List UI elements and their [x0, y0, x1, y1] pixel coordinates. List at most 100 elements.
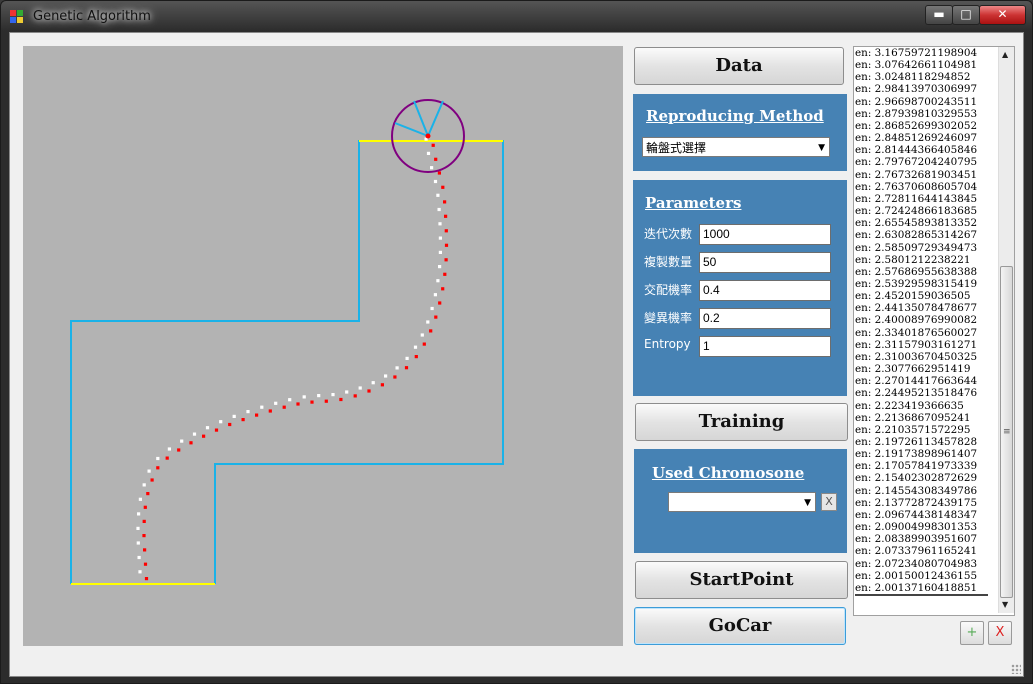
entropy-log-item[interactable]: en: 3.07642661104981 — [855, 59, 997, 71]
entropy-log-item[interactable]: en: 2.98413970306997 — [855, 83, 997, 95]
entropy-log-item[interactable]: en: 2.08389903951607 — [855, 533, 997, 545]
scroll-down-icon[interactable]: ▼ — [1002, 600, 1008, 609]
entropy-log-item[interactable]: en: 2.2103571572295 — [855, 424, 997, 436]
param-label-crossover: 交配機率 — [644, 283, 693, 297]
entropy-log-item[interactable]: en: 2.72424866183685 — [855, 205, 997, 217]
car-center — [425, 133, 431, 139]
entropy-log-item[interactable]: en: 3.16759721198904 — [855, 47, 997, 59]
path-dot — [444, 229, 448, 233]
path-dot — [433, 179, 438, 184]
path-dot — [137, 512, 141, 516]
entropy-log-item[interactable]: en: 2.58509729349473 — [855, 242, 997, 254]
entropy-log-item[interactable]: en: 2.79767204240795 — [855, 156, 997, 168]
vertical-scrollbar[interactable]: ▲ ≡ ▼ — [998, 47, 1014, 613]
mutation-rate-input[interactable]: 0.2 — [699, 308, 831, 329]
gocar-button[interactable]: GoCar — [634, 607, 846, 645]
entropy-log-item[interactable]: en: 2.3077662951419 — [855, 363, 997, 375]
entropy-log-item[interactable]: en: 2.72811644143845 — [855, 193, 997, 205]
entropy-log-item[interactable]: en: 2.84851269246097 — [855, 132, 997, 144]
entropy-log-list[interactable]: en: 3.16759721198904 en: 3.07642661104981… — [853, 46, 1015, 616]
remove-button[interactable]: X — [988, 621, 1012, 645]
minimize-button[interactable]: ▬ — [925, 5, 953, 25]
entropy-log-item[interactable]: en: 2.14554308349786 — [855, 485, 997, 497]
training-button[interactable]: Training — [635, 403, 848, 441]
clear-chromosome-button[interactable]: X — [821, 493, 837, 511]
track-wall — [70, 140, 504, 584]
path-dot — [282, 405, 286, 409]
path-dot — [274, 401, 278, 405]
path-dot — [180, 439, 184, 443]
startpoint-button[interactable]: StartPoint — [635, 561, 848, 599]
crossover-rate-input[interactable]: 0.4 — [699, 280, 831, 301]
entropy-log-item[interactable]: en: 2.96698700243511 — [855, 96, 997, 108]
entropy-log-item[interactable]: en: 2.33401876560027 — [855, 327, 997, 339]
entropy-log-item[interactable]: en: 2.76370608605704 — [855, 181, 997, 193]
add-button[interactable]: + — [960, 621, 984, 645]
resize-grip-icon[interactable] — [1011, 664, 1021, 674]
entropy-log-item[interactable]: en: 2.81444366405846 — [855, 144, 997, 156]
param-label-iterations: 迭代次數 — [644, 227, 693, 241]
entropy-input[interactable]: 1 — [699, 336, 831, 357]
path-dot — [438, 301, 442, 305]
data-button[interactable]: Data — [634, 47, 844, 85]
title-bar[interactable]: Genetic Algorithm ▬ □ ✕ — [1, 1, 1032, 33]
entropy-log-item[interactable]: en: 2.09674438148347 — [855, 509, 997, 521]
entropy-log-item[interactable]: en: 2.00150012436155 — [855, 570, 997, 582]
path-dot — [434, 157, 438, 161]
reproducing-method-panel: Reproducing Method 輪盤式選擇 ▼ — [633, 94, 847, 171]
reproducing-method-select[interactable]: 輪盤式選擇 ▼ — [642, 137, 830, 157]
simulation-canvas[interactable] — [23, 46, 623, 646]
scroll-up-icon[interactable]: ▲ — [1002, 50, 1008, 59]
entropy-log-item[interactable]: en: 2.53929598315419 — [855, 278, 997, 290]
entropy-log-item[interactable]: en: 2.40008976990082 — [855, 314, 997, 326]
path-dot — [219, 420, 223, 424]
entropy-log-item[interactable]: en: 2.2136867095241 — [855, 412, 997, 424]
entropy-log-item[interactable]: en: 2.15402302872629 — [855, 472, 997, 484]
path-dot — [358, 386, 362, 390]
window-title: Genetic Algorithm — [33, 9, 151, 24]
entropy-log-item[interactable]: en: 2.07234080704983 — [855, 558, 997, 570]
entropy-log-item[interactable]: en: 2.31003670450325 — [855, 351, 997, 363]
entropy-log-item[interactable]: en: 2.13772872439175 — [855, 497, 997, 509]
path-dot — [438, 250, 442, 254]
entropy-log-item[interactable]: en: 2.86852699302052 — [855, 120, 997, 132]
path-dot — [246, 410, 250, 414]
entropy-log-item[interactable]: en: 2.4520159036505 — [855, 290, 997, 302]
path-dot — [405, 356, 409, 360]
entropy-log-item[interactable]: en: 2.31157903161271 — [855, 339, 997, 351]
entropy-log-item[interactable]: en: 2.76732681903451 — [855, 169, 997, 181]
entropy-log-item[interactable]: en: 2.09004998301353 — [855, 521, 997, 533]
iterations-input[interactable]: 1000 — [699, 224, 831, 245]
entropy-log-item[interactable]: en: 2.19726113457828 — [855, 436, 997, 448]
entropy-log-item[interactable]: en: 2.00137160418851 — [855, 582, 997, 594]
path-dot — [142, 483, 146, 487]
entropy-log-item[interactable]: en: 2.44135078478677 — [855, 302, 997, 314]
entropy-log-item[interactable]: en: 2.5801212238221 — [855, 254, 997, 266]
entropy-log-item[interactable]: en: 2.57686955638388 — [855, 266, 997, 278]
copies-input[interactable]: 50 — [699, 252, 831, 273]
entropy-log-item[interactable]: en: 2.17057841973339 — [855, 460, 997, 472]
path-dot — [324, 399, 328, 403]
path-dot — [142, 534, 146, 538]
path-dot — [413, 345, 418, 349]
path-dot — [296, 402, 300, 406]
entropy-log-item[interactable]: en: 2.19173898961407 — [855, 448, 997, 460]
path-dot — [438, 222, 442, 226]
entropy-log-item[interactable]: en: 2.87939810329553 — [855, 108, 997, 120]
close-button[interactable]: ✕ — [979, 5, 1026, 25]
path-dot — [443, 200, 447, 204]
entropy-log-item[interactable]: en: 2.223419366635 — [855, 400, 997, 412]
scroll-thumb[interactable]: ≡ — [1000, 266, 1013, 598]
entropy-log-item[interactable]: en: 2.24495213518476 — [855, 387, 997, 399]
entropy-log-item[interactable]: en: 3.0248118294852 — [855, 71, 997, 83]
path-dot — [202, 434, 206, 438]
entropy-log-item[interactable]: en: 2.07337961165241 — [855, 545, 997, 557]
chromosome-select[interactable]: ▼ — [668, 492, 816, 512]
path-dot — [426, 320, 430, 324]
entropy-log-item[interactable]: en: 2.65545893813352 — [855, 217, 997, 229]
path-dot — [434, 315, 438, 319]
entropy-log-item[interactable]: en: 2.63082865314267 — [855, 229, 997, 241]
param-label-copies: 複製數量 — [644, 255, 693, 269]
maximize-button[interactable]: □ — [952, 5, 980, 25]
entropy-log-item[interactable]: en: 2.27014417663644 — [855, 375, 997, 387]
